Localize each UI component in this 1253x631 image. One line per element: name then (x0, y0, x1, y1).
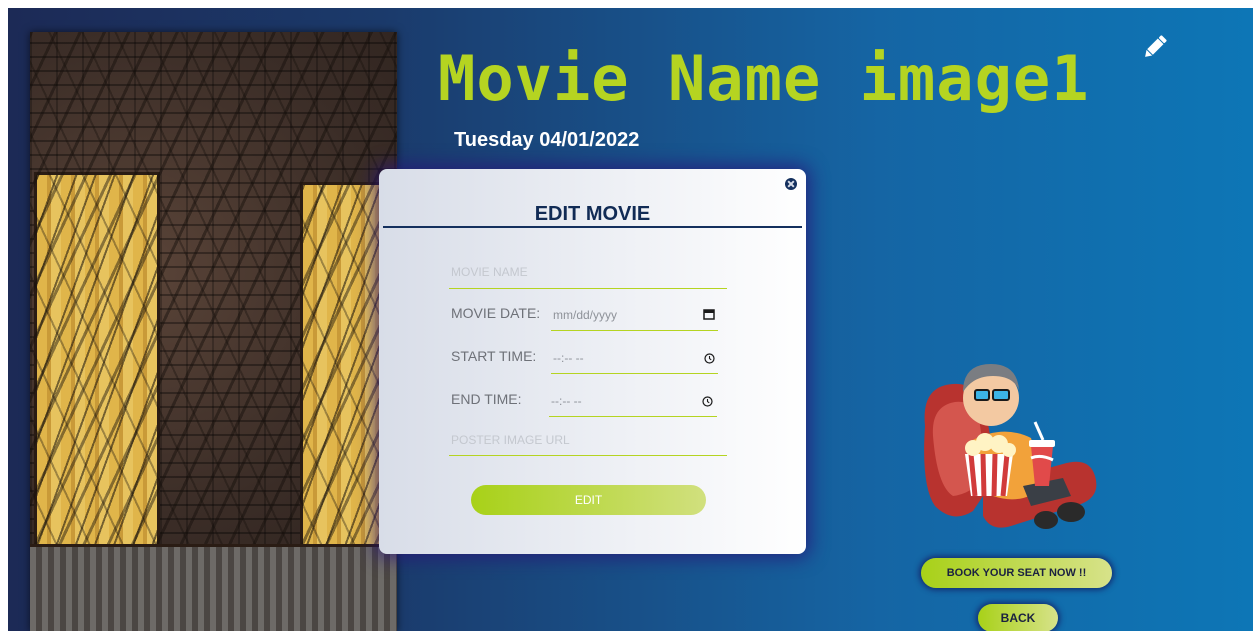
calendar-icon[interactable] (703, 307, 715, 325)
modal-divider (383, 226, 802, 228)
popcorn-mascot-image (913, 346, 1103, 536)
poster-vines (30, 32, 397, 631)
pencil-icon[interactable] (1140, 32, 1170, 62)
poster-url-input[interactable]: POSTER IMAGE URL (451, 433, 570, 447)
movie-date: Tuesday 04/01/2022 (454, 129, 640, 151)
poster-stone-base (30, 544, 397, 631)
end-time-underline (549, 416, 717, 417)
movie-poster-image (30, 32, 397, 631)
end-time-input[interactable]: --:-- -- (551, 394, 582, 408)
book-seat-button[interactable]: BOOK YOUR SEAT NOW !! (921, 558, 1112, 588)
start-time-input[interactable]: --:-- -- (553, 351, 584, 365)
app-background: Movie Name image1 Tuesday 04/01/2022 EDI… (8, 8, 1253, 631)
poster-url-underline (449, 455, 727, 456)
modal-title: EDIT MOVIE (534, 203, 651, 225)
edit-movie-modal: EDIT MOVIE MOVIE NAME MOVIE DATE: mm/dd/… (379, 169, 806, 554)
close-icon[interactable] (785, 178, 797, 190)
start-time-label: START TIME: (451, 348, 537, 364)
clock-icon[interactable] (704, 351, 715, 369)
movie-date-label: MOVIE DATE: (451, 305, 541, 321)
clock-icon[interactable] (702, 394, 713, 412)
movie-name-underline (449, 288, 727, 289)
movie-name-input[interactable]: MOVIE NAME (451, 265, 528, 279)
end-time-label: END TIME: (451, 391, 522, 407)
movie-title: Movie Name image1 (438, 42, 1090, 115)
movie-date-input[interactable]: mm/dd/yyyy (553, 308, 617, 322)
back-button[interactable]: BACK (978, 604, 1058, 631)
edit-button[interactable]: EDIT (471, 485, 706, 515)
movie-date-underline (551, 330, 718, 331)
start-time-underline (551, 373, 718, 374)
